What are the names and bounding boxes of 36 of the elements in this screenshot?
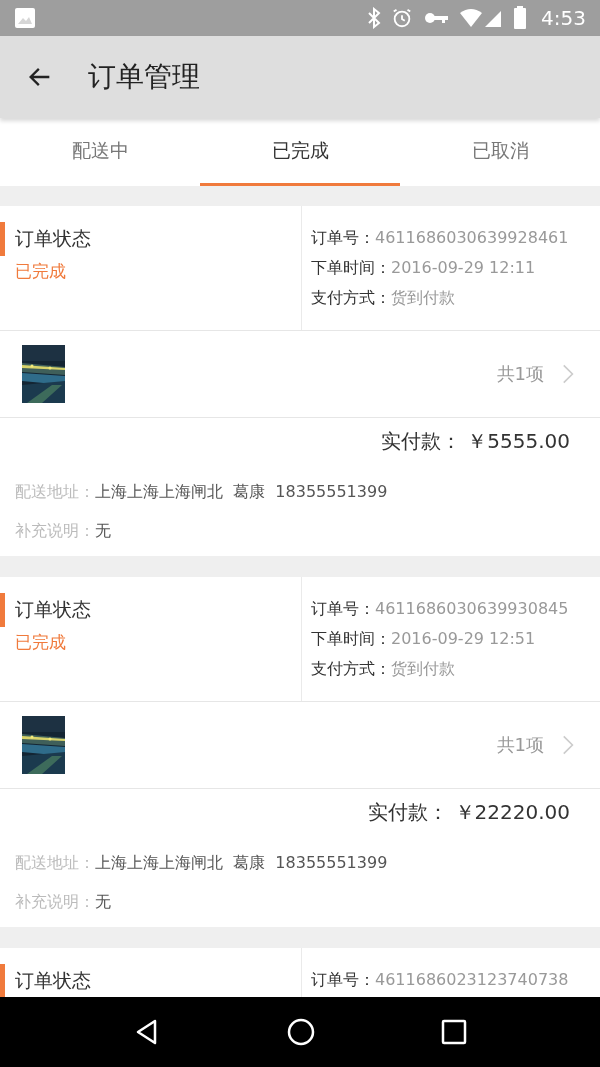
delivery-address: 配送地址：上海上海上海闸北 葛康 18355551399 [15,853,389,874]
order-number: 订单号：4611686023123740738 [311,970,570,991]
status-time: 4:53 [541,6,586,30]
order-status: 已完成 [15,631,66,654]
page-title: 订单管理 [88,59,200,95]
order-note: 补充说明：无 [15,521,112,542]
order-number: 订单号：4611686030639930845 [311,599,570,620]
accent-bar [0,964,5,997]
tab[interactable]: 已完成 [200,118,400,186]
order-status: 已完成 [15,260,66,283]
order-time: 下单时间：2016-09-29 12:11 [311,258,537,279]
battery-icon [513,6,528,30]
status-label: 订单状态 [15,968,91,993]
order-number: 订单号：4611686030639928461 [311,228,570,249]
item-count: 共1项 [496,733,544,757]
product-row[interactable]: 共1项 [0,702,600,789]
home-circle-icon[interactable] [287,1018,315,1046]
order-time: 下单时间：2016-09-29 12:51 [311,629,537,650]
recents-square-icon[interactable] [441,1019,467,1045]
total-paid: 实付款： ￥22220.00 [368,799,570,826]
product-row[interactable]: 共1项 [0,331,600,418]
status-label: 订单状态 [15,226,91,251]
delivery-address: 配送地址：上海上海上海闸北 葛康 18355551399 [15,482,389,503]
total-paid: 实付款： ￥5555.00 [380,428,570,455]
status-label: 订单状态 [15,597,91,622]
order-note: 补充说明：无 [15,892,112,913]
tab[interactable]: 已取消 [400,118,600,186]
image-icon [14,7,36,29]
payment-method: 支付方式：货到付款 [311,659,456,680]
item-count: 共1项 [496,362,544,386]
payment-method: 支付方式：货到付款 [311,288,456,309]
accent-bar [0,593,5,627]
signal-icon [459,7,504,29]
tab[interactable]: 配送中 [0,118,200,186]
accent-bar [0,222,5,256]
bluetooth-icon [367,7,382,29]
